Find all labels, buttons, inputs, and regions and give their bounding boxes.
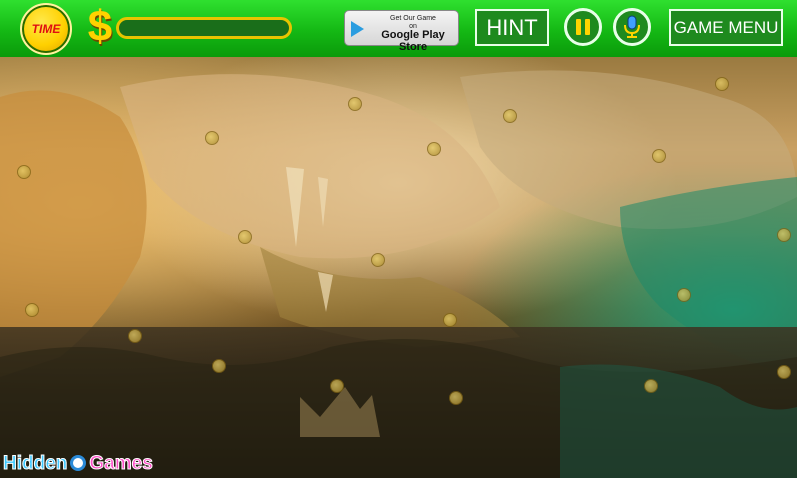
play-store-line1: Get Our Game — [390, 15, 436, 22]
sound-button[interactable] — [613, 8, 651, 46]
dollar-icon: $ — [87, 2, 113, 51]
hidden-coin[interactable] — [212, 359, 226, 373]
pause-icon — [576, 19, 590, 35]
time-label: TIME — [31, 22, 61, 36]
hidden-coin[interactable] — [238, 230, 252, 244]
hidden-coin[interactable] — [128, 329, 142, 343]
hidden-coin[interactable] — [715, 77, 729, 91]
hidden-coin[interactable] — [677, 288, 691, 302]
logo-part1: Hidden — [2, 453, 68, 475]
hidden-coin[interactable] — [25, 303, 39, 317]
logo-o-icon — [70, 455, 87, 471]
hidden-coin[interactable] — [17, 165, 31, 179]
hidden-coin[interactable] — [330, 379, 344, 393]
cave-scene[interactable] — [0, 57, 797, 478]
score-progress-bar — [116, 17, 292, 39]
hidden-coin[interactable] — [777, 365, 791, 379]
game-menu-button[interactable]: GAME MENU — [669, 9, 783, 46]
time-button[interactable]: TIME — [20, 3, 72, 55]
hidden-coin[interactable] — [777, 228, 791, 242]
hint-button[interactable]: HINT — [475, 9, 549, 46]
hidden-coin[interactable] — [443, 313, 457, 327]
microphone-icon — [624, 15, 640, 38]
hidden-coin[interactable] — [449, 391, 463, 405]
logo-part2: Games — [89, 453, 153, 475]
google-play-store-button[interactable]: Get Our Game on Google Play Store — [344, 10, 459, 53]
hidden-coin[interactable] — [503, 109, 517, 123]
hidden-o-games-logo: Hidden Games — [2, 452, 153, 476]
hidden-coin[interactable] — [205, 131, 219, 145]
top-toolbar: TIME $ Get Our Game on Google Play Store… — [0, 0, 797, 57]
hidden-coin[interactable] — [644, 379, 658, 393]
hidden-coin[interactable] — [652, 149, 666, 163]
hidden-coin[interactable] — [348, 97, 362, 111]
play-store-icon — [351, 21, 364, 37]
pause-button[interactable] — [564, 8, 602, 46]
hidden-coin[interactable] — [427, 142, 441, 156]
hidden-coin[interactable] — [371, 253, 385, 267]
cave-scenery — [0, 57, 797, 478]
play-store-line3: Google Play Store — [381, 29, 445, 53]
